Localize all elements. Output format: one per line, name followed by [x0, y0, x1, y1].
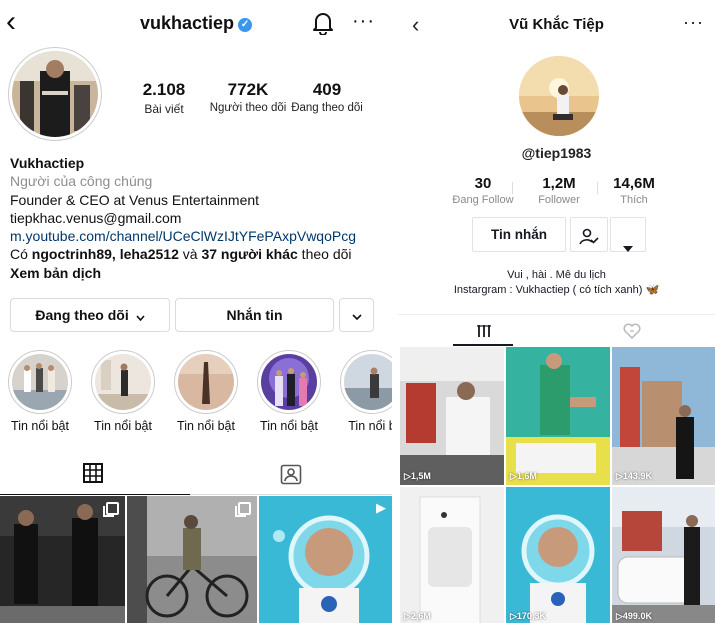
stat-separator [512, 182, 513, 194]
followed-names: ngoctrinh89, leha2512 [31, 246, 179, 263]
bio-line: Vui , hài . Mê du lịch [507, 269, 606, 281]
post-thumbnail[interactable]: ▶ [259, 496, 392, 623]
caret-down-icon [623, 231, 633, 264]
chevron-down-icon [351, 307, 362, 323]
video-play-icon: ▶ [376, 500, 386, 515]
posts-count[interactable]: 2.108 Bài viết [118, 80, 210, 116]
suggested-dropdown-button[interactable] [339, 298, 374, 332]
following-label: Đang theo dõi [291, 102, 363, 114]
video-thumbnail[interactable]: 1,5M [400, 347, 504, 485]
bell-icon[interactable] [312, 11, 334, 40]
more-actions-dropdown[interactable] [610, 217, 646, 252]
highlight-label: Tin nổi bật [94, 419, 152, 433]
video-view-count: 143.9K [616, 471, 652, 482]
tagged-icon[interactable] [280, 463, 302, 490]
story-highlight[interactable]: Tin nổi bật [87, 350, 159, 433]
followed-by-text[interactable]: Có ngoctrinh89, leha2512 và 37 người khá… [10, 245, 390, 263]
following-count[interactable]: 30 Đang Follow [443, 175, 523, 206]
post-thumbnail[interactable] [0, 496, 125, 623]
multiple-posts-icon [235, 502, 251, 517]
video-view-count: 499.0K [616, 611, 652, 622]
profile-bio: Vukhactiep Người của công chúng Founder … [10, 154, 390, 282]
see-translation-link[interactable]: Xem bản dịch [10, 264, 390, 282]
following-count[interactable]: 409 Đang theo dõi [281, 80, 373, 114]
tiktok-profile-panel: ‹ Vũ Khắc Tiệp ··· @tiep1983 30 Đang Fol… [398, 0, 715, 623]
message-button[interactable]: Tin nhắn [472, 217, 566, 252]
followed-suffix: theo dõi [297, 246, 352, 263]
message-button-label: Nhắn tin [226, 307, 283, 323]
grid-icon[interactable] [83, 463, 103, 488]
more-options-icon[interactable]: ··· [683, 12, 704, 33]
bio-email[interactable]: tiepkhac.venus@gmail.com [10, 209, 390, 227]
story-highlight[interactable]: Tin nổi bật [4, 350, 76, 433]
likes-number: 14,6M [613, 175, 655, 192]
message-button-label: Tin nhắn [491, 227, 547, 242]
profile-title: Vũ Khắc Tiệp [509, 16, 604, 33]
profile-bio: Vui , hài . Mê du lịch Instargram : Vukh… [398, 268, 715, 298]
active-tab-indicator [453, 344, 513, 346]
video-view-count: 1,5M [404, 471, 431, 482]
liked-videos-icon[interactable] [623, 323, 641, 344]
profile-full-name: Vukhactiep [10, 155, 85, 171]
bio-website-link[interactable]: m.youtube.com/channel/UCeClWzIJtYFePAxpV… [10, 227, 390, 245]
video-thumbnail[interactable]: 499.0K [612, 487, 715, 623]
bio-line: Instargram : Vukhactiep ( có tích xanh) … [398, 283, 715, 298]
multiple-posts-icon [103, 502, 119, 517]
instagram-profile-panel: ‹ vukhactiep ✓ ··· 2.108 Bài viết 772K Ng [0, 0, 392, 623]
profile-handle: @tiep1983 [521, 145, 592, 161]
active-tab-indicator [0, 494, 190, 495]
instagram-content-tabs [0, 455, 392, 495]
user-check-icon [579, 225, 599, 258]
following-number: 409 [312, 80, 342, 99]
butterfly-icon: 🦋 [645, 284, 660, 296]
likes-count[interactable]: 14,6M Thích [594, 175, 674, 206]
verified-badge-icon: ✓ [238, 18, 253, 32]
highlight-label: Tin nổi bật [177, 419, 235, 433]
likes-label: Thích [620, 194, 648, 206]
profile-avatar[interactable] [519, 56, 599, 136]
bio-line: Founder & CEO at Venus Entertainment [10, 191, 260, 208]
instagram-top-bar: ‹ vukhactiep ✓ ··· [0, 0, 392, 46]
story-highlight[interactable]: Tin nổi bật [170, 350, 242, 433]
story-highlight[interactable]: Tin nổi bật [253, 350, 325, 433]
video-thumbnail[interactable]: 143.9K [612, 347, 715, 485]
post-thumbnail[interactable] [127, 496, 257, 623]
message-button[interactable]: Nhắn tin [175, 298, 334, 332]
bio-instagram-text: Instargram : Vukhactiep ( có tích xanh) [453, 284, 646, 296]
video-view-count: 1,6M [510, 471, 537, 482]
followed-others: 37 người khác [201, 246, 298, 263]
video-thumbnail[interactable]: 170,3K [506, 487, 610, 623]
instagram-post-grid: ▶ [0, 496, 392, 623]
posts-label: Bài viết [144, 102, 184, 116]
highlight-label: Tin nổi bật [260, 419, 318, 433]
followers-count[interactable]: 1,2M Follower [519, 175, 599, 206]
following-button-label: Đang theo dõi [35, 307, 129, 323]
story-highlight[interactable]: Tin nổi b [336, 350, 392, 433]
video-view-count: 2,6M [404, 611, 431, 622]
video-view-count: 170,3K [510, 611, 546, 622]
profile-category: Người của công chúng [10, 173, 153, 190]
following-label: Đang Follow [452, 194, 514, 206]
posts-number: 2.108 [142, 80, 186, 99]
highlight-label: Tin nổi bật [11, 419, 69, 433]
followers-number: 1,2M [542, 175, 576, 192]
following-number: 30 [474, 175, 492, 192]
followers-label: Follower [538, 194, 580, 206]
video-thumbnail[interactable]: 2,6M [400, 487, 504, 623]
followed-and: và [178, 246, 202, 263]
tiktok-content-tabs [398, 314, 715, 346]
more-options-icon[interactable]: ··· [352, 10, 375, 33]
followed-prefix: Có [10, 246, 32, 263]
following-button[interactable]: Đang theo dõi [10, 298, 170, 332]
profile-avatar[interactable] [8, 47, 102, 141]
highlight-label: Tin nổi b [348, 419, 392, 433]
videos-grid-icon[interactable] [477, 324, 491, 343]
chevron-down-icon [136, 300, 145, 332]
username-text: vukhactiep [139, 13, 235, 33]
video-thumbnail[interactable]: 1,6M [506, 347, 610, 485]
following-status-button[interactable] [570, 217, 608, 252]
